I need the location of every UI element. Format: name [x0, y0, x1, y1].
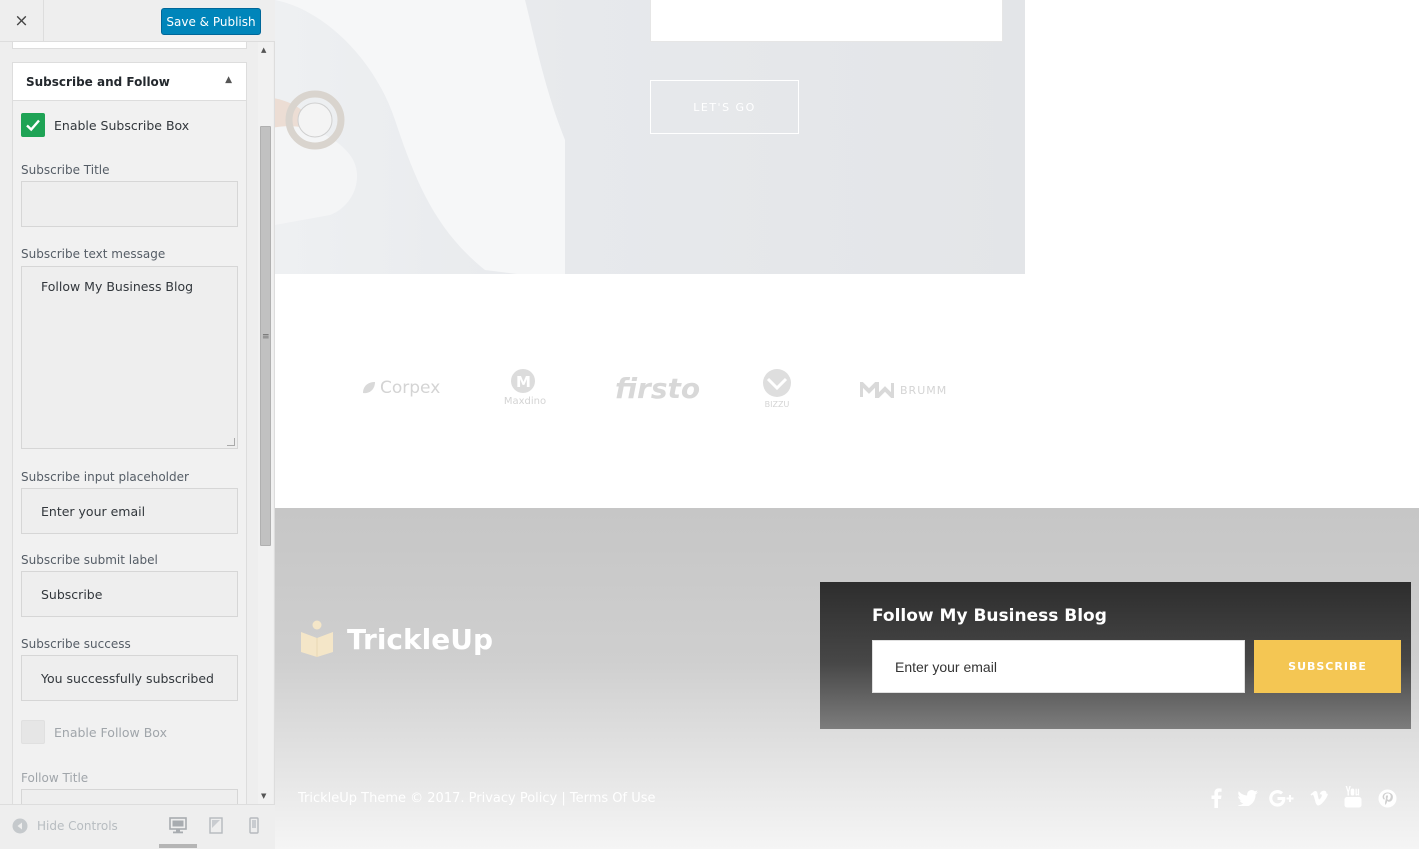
- subscribe-box-title: Follow My Business Blog: [872, 606, 1107, 626]
- customizer-header: × Save & Publish: [0, 0, 275, 42]
- section-title: Subscribe and Follow: [26, 75, 170, 89]
- previous-section: [12, 42, 247, 49]
- brumm-logo-icon: [860, 382, 894, 398]
- scrollbar-grip-icon: ≡: [262, 332, 270, 342]
- vimeo-icon[interactable]: [1310, 790, 1328, 810]
- subscribe-button[interactable]: SUBSCRIBE: [1254, 640, 1401, 693]
- client-logo-bizzu: BIZZU: [759, 368, 795, 409]
- site-preview: LET'S GO Corpex M Maxdino firsto BIZZU B…: [275, 0, 1419, 849]
- mobile-icon[interactable]: [249, 817, 259, 838]
- collapse-arrow-icon[interactable]: ▲: [225, 75, 232, 85]
- subscribe-success-input[interactable]: You successfully subscribed: [21, 655, 238, 701]
- hide-controls-label: Hide Controls: [37, 819, 118, 833]
- client-logos-row: Corpex M Maxdino firsto BIZZU BRUMM: [275, 340, 1025, 440]
- maxdino-logo-icon: M: [511, 369, 535, 393]
- lets-go-button[interactable]: LET'S GO: [650, 80, 799, 134]
- brand-name: TrickleUp: [347, 622, 494, 656]
- subscribe-submit-label: Subscribe submit label: [21, 553, 158, 567]
- brand-logo[interactable]: TrickleUp: [300, 620, 493, 658]
- customizer-sidebar: × Save & Publish Subscribe and Follow ▲ …: [0, 0, 275, 849]
- social-links: [1205, 786, 1405, 812]
- pinterest-icon[interactable]: [1378, 789, 1397, 812]
- subscribe-title-input[interactable]: [21, 181, 238, 227]
- checkmark-icon: [26, 119, 40, 132]
- client-logo-maxdino: M Maxdino: [501, 368, 549, 407]
- enable-follow-checkbox[interactable]: [21, 720, 45, 744]
- collapse-circle-icon: [12, 818, 28, 834]
- subscribe-placeholder-label: Subscribe input placeholder: [21, 470, 189, 484]
- subscribe-text-value: Follow My Business Blog: [41, 279, 194, 294]
- scrollbar-thumb[interactable]: ≡: [260, 126, 271, 546]
- hide-controls-button[interactable]: Hide Controls: [12, 818, 118, 834]
- svg-text:M: M: [516, 373, 531, 391]
- twitter-icon[interactable]: [1237, 790, 1258, 810]
- enable-follow-label: Enable Follow Box: [54, 725, 167, 740]
- link-separator: |: [557, 791, 570, 806]
- trickleup-logo-icon: [301, 620, 333, 657]
- subscribe-box: Follow My Business Blog Enter your email…: [820, 582, 1411, 729]
- scroll-up-arrow-icon[interactable]: ▲: [261, 46, 266, 54]
- client-logo-brumm: BRUMM: [860, 382, 947, 398]
- privacy-policy-link[interactable]: Privacy Policy: [469, 791, 558, 806]
- terms-of-use-link[interactable]: Terms Of Use: [570, 791, 656, 806]
- subscribe-text-textarea[interactable]: Follow My Business Blog: [21, 266, 238, 449]
- copyright-text: TrickleUp Theme © 2017. Privacy Policy |…: [298, 791, 656, 806]
- desktop-icon[interactable]: [169, 817, 187, 838]
- facebook-icon[interactable]: [1211, 788, 1222, 812]
- controls-panel: Subscribe and Follow ▲ Enable Subscribe …: [0, 42, 275, 804]
- section-header[interactable]: Subscribe and Follow ▲: [13, 63, 246, 101]
- google-plus-icon[interactable]: [1269, 790, 1295, 811]
- hero-background-image: [275, 0, 565, 274]
- subscribe-submit-input[interactable]: Subscribe: [21, 571, 238, 617]
- subscribe-email-input[interactable]: Enter your email: [872, 640, 1245, 693]
- scroll-down-arrow-icon[interactable]: ▼: [261, 792, 266, 800]
- client-logo-firsto: firsto: [615, 372, 701, 405]
- subscribe-text-label: Subscribe text message: [21, 247, 166, 261]
- corpex-logo-icon: [363, 382, 375, 394]
- sidebar-scrollbar[interactable]: ▲ ≡ ▼: [258, 42, 273, 804]
- client-logo-corpex: Corpex: [361, 378, 440, 398]
- close-icon[interactable]: ×: [0, 0, 44, 42]
- site-footer: TrickleUp Follow My Business Blog Enter …: [275, 508, 1419, 849]
- subscribe-placeholder-input[interactable]: Enter your email: [21, 488, 238, 534]
- hero-section: LET'S GO: [275, 0, 1025, 274]
- youtube-icon[interactable]: [1344, 786, 1362, 812]
- tablet-icon[interactable]: [209, 817, 223, 838]
- customizer-footer: Hide Controls: [0, 804, 275, 849]
- bizzu-logo-icon: [763, 369, 791, 397]
- hero-input-field[interactable]: [650, 0, 1003, 42]
- enable-subscribe-checkbox[interactable]: [21, 113, 45, 137]
- active-device-indicator: [159, 844, 197, 848]
- subscribe-title-label: Subscribe Title: [21, 163, 110, 177]
- enable-subscribe-label: Enable Subscribe Box: [54, 118, 190, 133]
- resize-handle-icon[interactable]: [227, 438, 235, 446]
- follow-title-label: Follow Title: [21, 771, 89, 785]
- follow-title-input[interactable]: [21, 789, 238, 804]
- subscribe-success-label: Subscribe success: [21, 637, 131, 651]
- save-publish-button[interactable]: Save & Publish: [161, 8, 261, 35]
- copyright-prefix: TrickleUp Theme © 2017.: [298, 791, 469, 806]
